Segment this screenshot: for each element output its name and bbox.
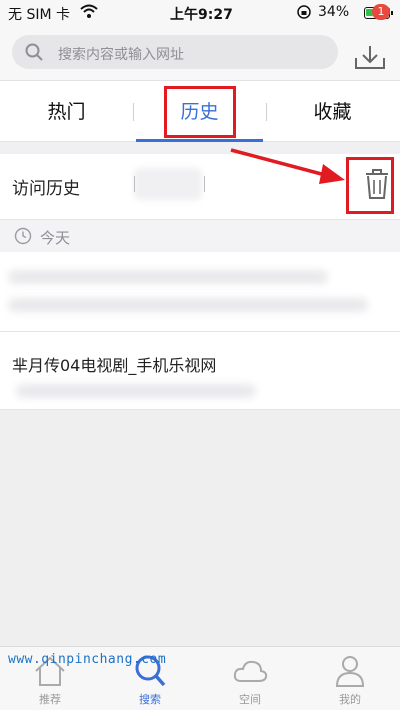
empty-content-area <box>0 410 400 646</box>
status-bar: 无 SIM 卡 上午9:27 34% <box>0 0 400 26</box>
history-title: 访问历史 <box>12 179 80 199</box>
nav-label: 推荐 <box>39 693 61 706</box>
battery-percent: 34% <box>318 4 350 20</box>
date-group-header: 今天 <box>0 220 400 252</box>
download-icon[interactable] <box>350 32 390 74</box>
tab-favorites[interactable]: 收藏 <box>266 81 399 143</box>
annotation-box-trash <box>346 157 394 214</box>
wifi-icon <box>80 4 98 18</box>
blurred-region <box>134 168 202 200</box>
history-item[interactable]: 芈月传04电视剧_手机乐视网 <box>0 332 400 410</box>
annotation-box-history-tab <box>164 86 236 138</box>
search-icon <box>25 43 43 61</box>
status-time: 上午9:27 <box>170 7 233 23</box>
tab-hot[interactable]: 热门 <box>0 81 133 143</box>
nav-label: 我的 <box>339 693 361 706</box>
divider <box>134 176 135 192</box>
divider <box>204 176 205 192</box>
clock-icon <box>14 227 32 245</box>
rotation-lock-icon <box>297 5 311 19</box>
date-label: 今天 <box>40 229 71 247</box>
nav-item-mine[interactable]: 我的 <box>300 647 400 710</box>
nav-label: 空间 <box>239 693 261 706</box>
nav-item-space[interactable]: 空间 <box>200 647 300 710</box>
search-header: 搜索内容或输入网址 <box>0 26 400 80</box>
watermark-text: www.qinpinchang.com <box>8 652 167 667</box>
search-input[interactable]: 搜索内容或输入网址 <box>12 35 338 69</box>
cloud-icon <box>233 660 268 682</box>
history-item-title: 芈月传04电视剧_手机乐视网 <box>12 356 217 375</box>
annotation-arrow-icon <box>230 148 345 184</box>
blurred-url <box>16 384 256 398</box>
history-item[interactable] <box>0 252 400 332</box>
carrier-label: 无 SIM 卡 <box>8 7 70 23</box>
blurred-text <box>8 270 328 284</box>
nav-label: 搜索 <box>139 693 161 706</box>
blurred-text <box>8 298 368 312</box>
search-placeholder: 搜索内容或输入网址 <box>58 47 184 63</box>
download-badge: 1 <box>372 4 390 20</box>
user-icon <box>335 656 365 687</box>
